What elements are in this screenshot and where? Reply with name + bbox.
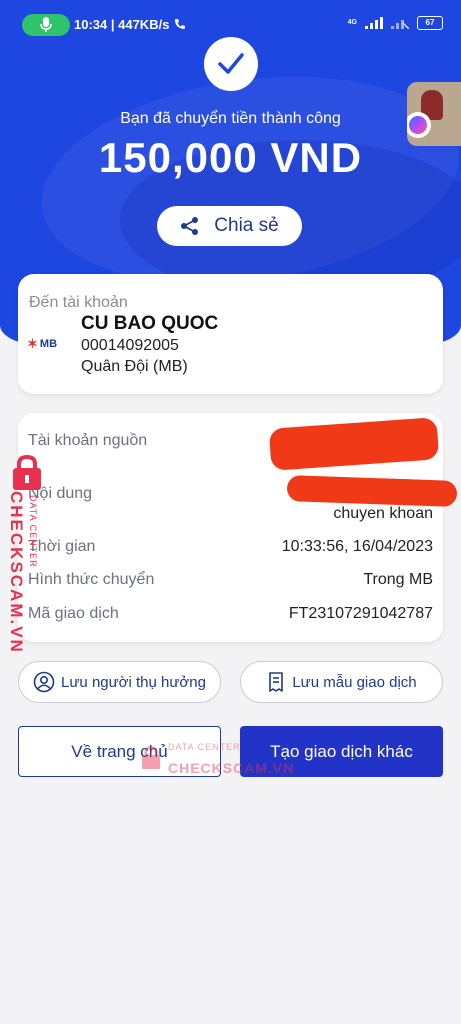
share-label: Chia sẻ <box>214 215 279 236</box>
messenger-icon <box>407 112 431 138</box>
watermark-center: DATA CENTER CHECKSCAM.VN <box>138 742 298 782</box>
save-beneficiary-button[interactable]: Lưu người thụ hưởng <box>18 661 221 703</box>
share-button[interactable]: Chia sẻ <box>157 206 302 246</box>
watermark-side: CHECKSCAM.VN DATA CENTER <box>4 455 50 655</box>
watermark-center-subtext: DATA CENTER <box>168 742 241 752</box>
source-account-label: Tài khoản nguồn <box>28 432 148 449</box>
method-value: Trong MB <box>363 571 433 588</box>
user-circle-icon <box>33 671 55 693</box>
mic-indicator <box>22 14 70 36</box>
signal-icon <box>365 17 383 29</box>
network-label: 4G <box>347 19 357 26</box>
save-template-button[interactable]: Lưu mẫu giao dịch <box>240 661 443 703</box>
recipient-name: CU BAO QUOC <box>81 313 219 334</box>
recipient-card: Đến tài khoản ✶ MB CU BAO QUOC 000140920… <box>18 274 443 394</box>
signal-off-icon <box>391 20 409 29</box>
status-time: 10:34 | 447KB/s <box>74 17 170 32</box>
save-beneficiary-label: Lưu người thụ hưởng <box>61 673 206 691</box>
share-icon <box>181 217 199 235</box>
chat-head-bubble[interactable] <box>407 82 461 146</box>
status-right: 4G 67 <box>348 16 443 30</box>
battery-icon: 67 <box>417 16 443 30</box>
watermark-center-text: CHECKSCAM.VN <box>168 760 295 776</box>
success-message: Bạn đã chuyển tiền thành công <box>120 110 341 127</box>
mb-logo-text: MB <box>39 338 58 350</box>
mb-bank-logo: ✶ MB <box>27 336 57 352</box>
transfer-amount: 150,000 VND <box>98 134 363 181</box>
checkmark-icon <box>218 53 244 74</box>
watermark-text: CHECKSCAM.VN <box>7 491 26 654</box>
watermark-subtext: DATA CENTER <box>28 495 38 568</box>
watermark-center-lock-icon <box>141 746 161 770</box>
recipient-bank: Quân Đội (MB) <box>81 358 188 375</box>
recipient-label: Đến tài khoản <box>29 294 128 311</box>
watermark-lock-icon <box>13 455 41 490</box>
success-check <box>204 37 258 91</box>
content-value: chuyen khoan <box>333 505 433 522</box>
receipt-icon <box>269 672 284 692</box>
transaction-id-value: FT23107291042787 <box>288 605 433 622</box>
status-bar: 10:34 | 447KB/s 4G 67 <box>22 14 443 38</box>
save-template-label: Lưu mẫu giao dịch <box>292 673 417 691</box>
time-value: 10:33:56, 16/04/2023 <box>281 538 433 555</box>
mic-icon <box>40 17 52 32</box>
mb-star-icon: ✶ <box>27 336 38 351</box>
recipient-account: 00014092005 <box>81 337 179 354</box>
phone-icon <box>175 19 185 29</box>
